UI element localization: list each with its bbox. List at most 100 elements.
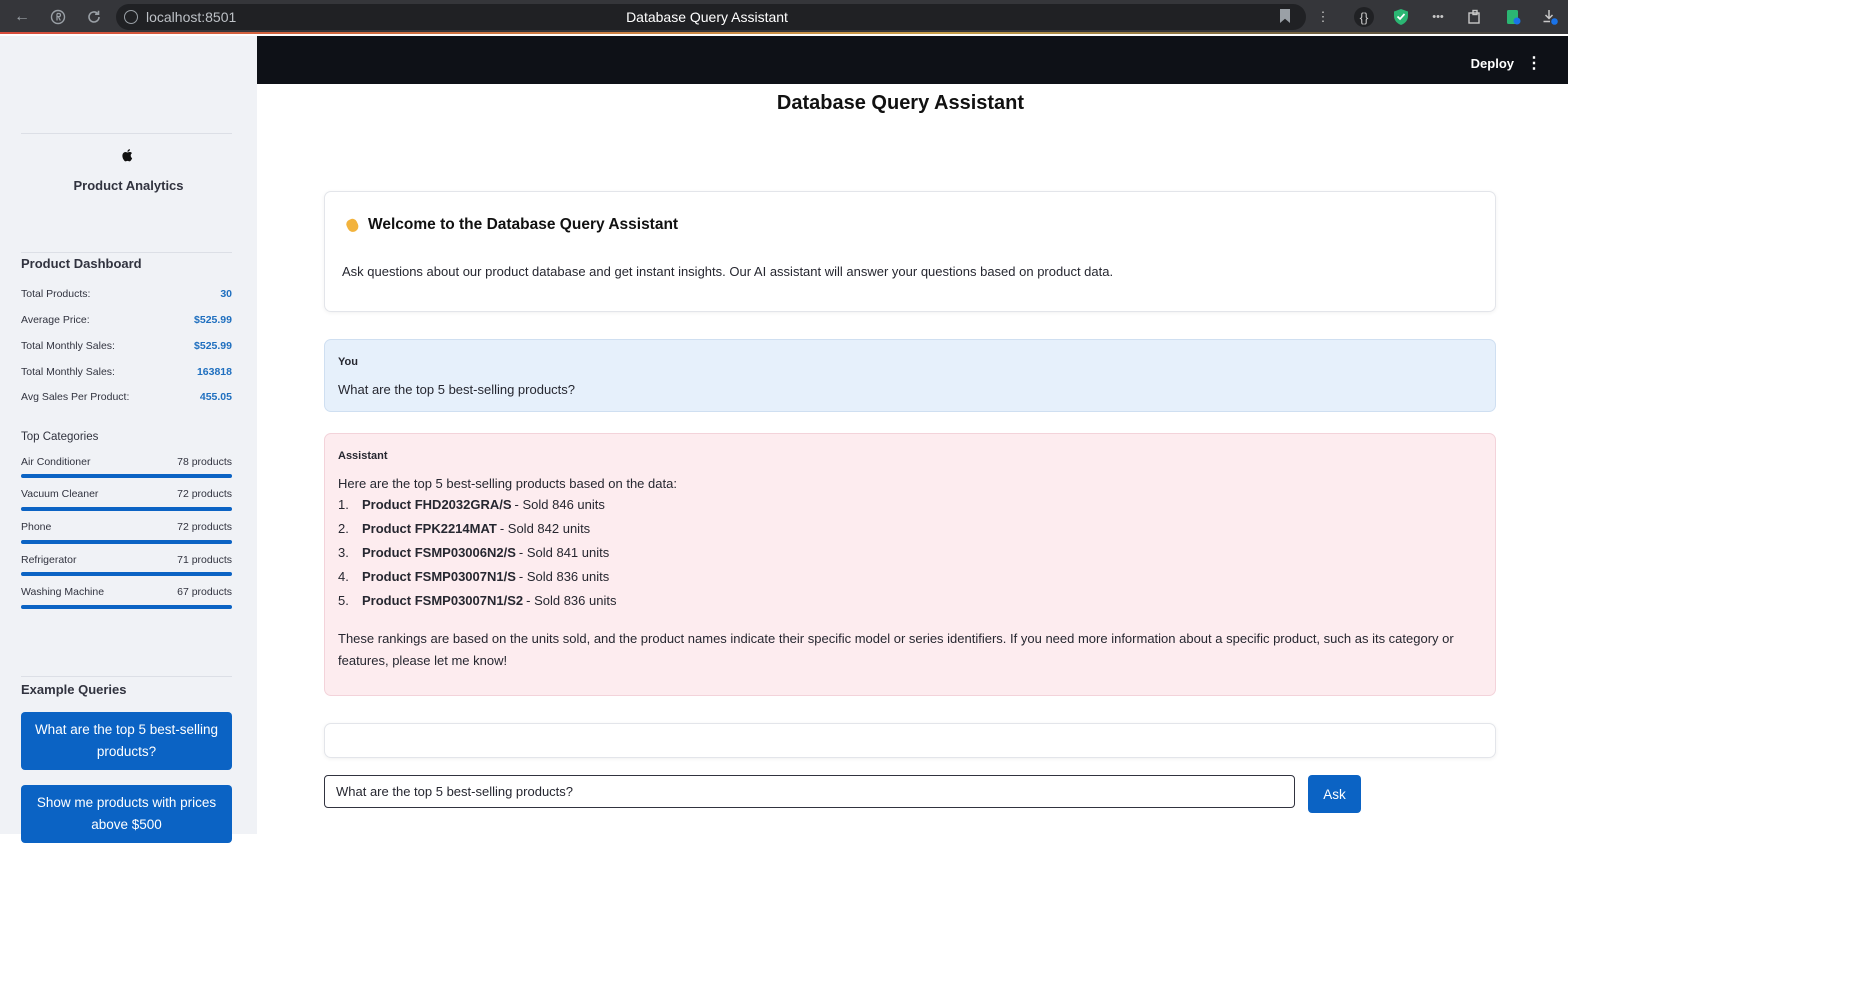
- category-name: Air Conditioner: [21, 456, 91, 468]
- empty-container: [324, 723, 1496, 758]
- product-detail: - Sold 842 units: [499, 521, 591, 536]
- apple-logo-icon: [122, 149, 133, 162]
- category-row-phone: Phone 72 products: [21, 521, 232, 533]
- category-count: 78 products: [177, 456, 232, 468]
- stat-label: Total Monthly Sales:: [21, 340, 115, 352]
- category-progress-bar: [21, 605, 232, 609]
- category-progress-bar: [21, 540, 232, 544]
- welcome-heading: Welcome to the Database Query Assistant: [344, 216, 678, 234]
- sidebar-brand: Product Analytics: [73, 178, 184, 193]
- back-arrow-icon[interactable]: ←: [10, 5, 34, 29]
- list-number: 5.: [338, 593, 349, 608]
- kebab-menu-icon[interactable]: ⋮: [1526, 53, 1542, 73]
- welcome-card: Welcome to the Database Query Assistant …: [324, 191, 1496, 312]
- stat-label: Total Monthly Sales:: [21, 366, 115, 378]
- list-item: 5. Product FSMP03007N1/S2- Sold 836 units: [338, 593, 616, 617]
- stat-value: 455.05: [199, 391, 232, 403]
- stat-value: 30: [220, 288, 232, 300]
- category-progress-fill: [21, 605, 232, 609]
- user-message: You What are the top 5 best-selling prod…: [324, 339, 1496, 412]
- example-queries-heading: Example Queries: [21, 682, 127, 697]
- stat-total-monthly-sales-amount: Total Monthly Sales: $525.99: [21, 340, 232, 352]
- list-item: 1. Product FHD2032GRA/S - Sold 846 units: [338, 497, 616, 521]
- list-item: 4. Product FSMP03007N1/S - Sold 836 units: [338, 569, 616, 593]
- yandex-icon[interactable]: [46, 5, 70, 29]
- results-list: 1. Product FHD2032GRA/S - Sold 846 units 2…: [338, 497, 616, 617]
- category-name: Washing Machine: [21, 586, 105, 598]
- query-input[interactable]: [324, 775, 1295, 808]
- stat-value: $525.99: [194, 340, 232, 352]
- example-query-button[interactable]: What are the top 5 best-selling products…: [21, 712, 232, 770]
- product-name: Product FSMP03007N1/S2: [362, 593, 524, 608]
- list-item: 3. Product FSMP03006N2/S - Sold 841 units: [338, 545, 616, 569]
- top-categories-heading: Top Categories: [21, 431, 99, 443]
- example-query-button[interactable]: Show me products with prices above $500: [21, 785, 232, 843]
- category-row-washing-machine: Washing Machine 67 products: [21, 586, 232, 598]
- ask-button[interactable]: Ask: [1308, 775, 1361, 813]
- category-name: Refrigerator: [21, 554, 77, 566]
- url-text: localhost:8501: [146, 9, 237, 25]
- extension-braces-icon[interactable]: {}: [1354, 7, 1374, 27]
- stat-label: Total Products:: [21, 288, 91, 300]
- list-number: 4.: [338, 569, 349, 584]
- puzzle-extension-icon[interactable]: [1465, 7, 1485, 27]
- message-closing: These rankings are based on the units so…: [338, 631, 1454, 668]
- page-title: Database Query Assistant: [776, 92, 1025, 114]
- browser-menu-icon[interactable]: ⋮: [1313, 7, 1333, 27]
- category-progress-bar: [21, 507, 232, 511]
- reload-icon[interactable]: [82, 5, 106, 29]
- sidebar: Product Analytics Product Dashboard Tota…: [0, 36, 257, 843]
- product-detail: - Sold 846 units: [514, 497, 605, 512]
- downloads-icon[interactable]: [1540, 7, 1560, 27]
- waving-hand-icon: [344, 216, 362, 234]
- category-progress-bar: [21, 474, 232, 478]
- sidebar-divider: [21, 676, 232, 677]
- sidebar-divider: [21, 133, 232, 134]
- stat-avg-sales-per-product: Avg Sales Per Product: 455.05: [21, 391, 232, 403]
- stat-value: $525.99: [194, 314, 232, 326]
- category-progress-fill: [21, 572, 232, 576]
- message-role: Assistant: [338, 450, 388, 462]
- browser-toolbar: ← localhost:8501 Database Query Assistan…: [0, 0, 1568, 34]
- category-name: Vacuum Cleaner: [21, 488, 99, 500]
- stat-value: 163818: [196, 366, 232, 378]
- list-number: 3.: [338, 545, 349, 560]
- message-intro: Here are the top 5 best-selling products…: [338, 476, 677, 491]
- site-info-icon[interactable]: [124, 10, 138, 24]
- stat-average-price: Average Price: $525.99: [21, 314, 232, 326]
- product-name: Product FSMP03006N2/S: [362, 545, 516, 560]
- stat-label: Avg Sales Per Product:: [21, 391, 130, 403]
- list-number: 2.: [338, 521, 349, 536]
- stat-label: Average Price:: [21, 314, 90, 326]
- welcome-text: Ask questions about our product database…: [342, 264, 1114, 279]
- password-dots-icon[interactable]: •••: [1428, 7, 1448, 27]
- category-count: 72 products: [177, 521, 232, 533]
- category-count: 72 products: [177, 488, 232, 500]
- welcome-heading-text: Welcome to the Database Query Assistant: [368, 216, 679, 233]
- address-bar[interactable]: localhost:8501: [116, 4, 1306, 30]
- category-progress-bar: [21, 572, 232, 576]
- list-item: 2. Product FPK2214MAT - Sold 842 units: [338, 521, 616, 545]
- shield-check-icon[interactable]: [1391, 7, 1411, 27]
- sidebar-divider: [21, 252, 232, 253]
- category-name: Phone: [21, 521, 52, 533]
- message-role: You: [338, 356, 358, 368]
- category-progress-fill: [21, 507, 232, 511]
- category-row-vacuum-cleaner: Vacuum Cleaner 72 products: [21, 488, 232, 500]
- stat-total-monthly-sales-units: Total Monthly Sales: 163818: [21, 366, 232, 378]
- product-name: Product FPK2214MAT: [362, 521, 497, 536]
- dashboard-heading: Product Dashboard: [21, 256, 142, 271]
- product-detail: - Sold 836 units: [518, 569, 610, 584]
- category-progress-fill: [21, 540, 232, 544]
- category-progress-fill: [21, 474, 232, 478]
- category-count: 67 products: [177, 586, 232, 598]
- category-row-refrigerator: Refrigerator 71 products: [21, 554, 232, 566]
- product-detail: - Sold 836 units: [526, 593, 617, 608]
- list-number: 1.: [338, 497, 349, 512]
- sync-profile-icon[interactable]: [1503, 7, 1523, 27]
- page-load-line: [0, 32, 1568, 34]
- product-detail: - Sold 841 units: [518, 545, 610, 560]
- stat-total-products: Total Products: 30: [21, 288, 232, 300]
- deploy-button[interactable]: Deploy: [1471, 56, 1514, 71]
- assistant-message: Assistant Here are the top 5 best-sellin…: [324, 433, 1496, 696]
